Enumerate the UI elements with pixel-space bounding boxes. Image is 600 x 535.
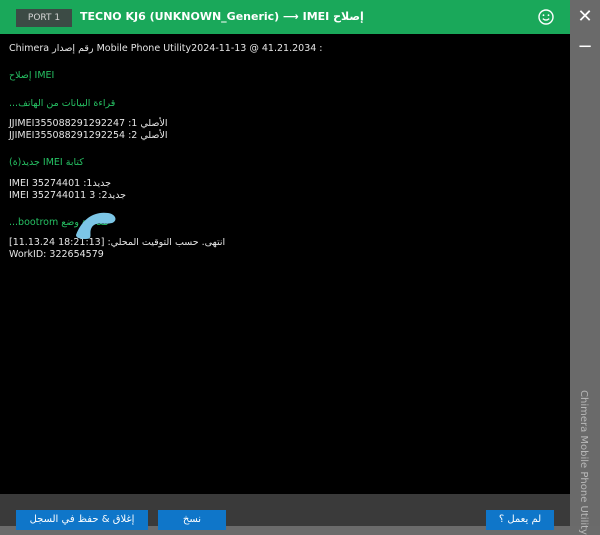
log-console: Chimera رقم إصدار Mobile Phone Utility20… — [0, 34, 570, 494]
redaction-scribble — [76, 212, 116, 239]
sidebar-app-name: Chimera Mobile Phone Utility — [578, 390, 589, 535]
footer-bar: إغلاق & حفظ في السجل نسخ لم يعمل ؟ — [0, 494, 570, 530]
app-window: PORT 1 TECNO KJ6 (UNKNOWN_Generic) ⟶ IME… — [0, 0, 570, 530]
smile-icon[interactable] — [538, 9, 554, 25]
log-line-version: Chimera رقم إصدار Mobile Phone Utility20… — [9, 43, 323, 54]
log-line-reading-phone: ...قراءة البيانات من الهاتف — [9, 98, 116, 109]
log-line-original-1: JJIMEI355088291292247 :الأصلي 1 — [9, 118, 168, 129]
port-badge: PORT 1 — [16, 9, 72, 27]
title-bar: PORT 1 TECNO KJ6 (UNKNOWN_Generic) ⟶ IME… — [0, 0, 570, 34]
log-line-writing-imei: جديد(ة) IMEI كتابة — [9, 157, 84, 168]
log-line-imei-repair: إصلاح IMEI — [9, 70, 55, 81]
not-working-button[interactable]: لم يعمل ؟ — [486, 510, 554, 530]
close-save-log-button[interactable]: إغلاق & حفظ في السجل — [16, 510, 148, 530]
close-icon[interactable]: ✕ — [570, 2, 600, 32]
log-line-original-2: JJIMEI355088291292254 :الأصلي 2 — [9, 130, 168, 141]
minimize-icon[interactable]: − — [570, 32, 600, 62]
copy-button[interactable]: نسخ — [158, 510, 226, 530]
log-line-new-1: IMEI 35274401 :جديد1 — [9, 178, 111, 189]
window-title: TECNO KJ6 (UNKNOWN_Generic) ⟶ IMEI إصلاح — [80, 10, 364, 23]
log-line-new-2: IMEI 352744011 3 :جديد2 — [9, 190, 127, 201]
log-line-workid: WorkID: 322654579 — [9, 249, 104, 260]
